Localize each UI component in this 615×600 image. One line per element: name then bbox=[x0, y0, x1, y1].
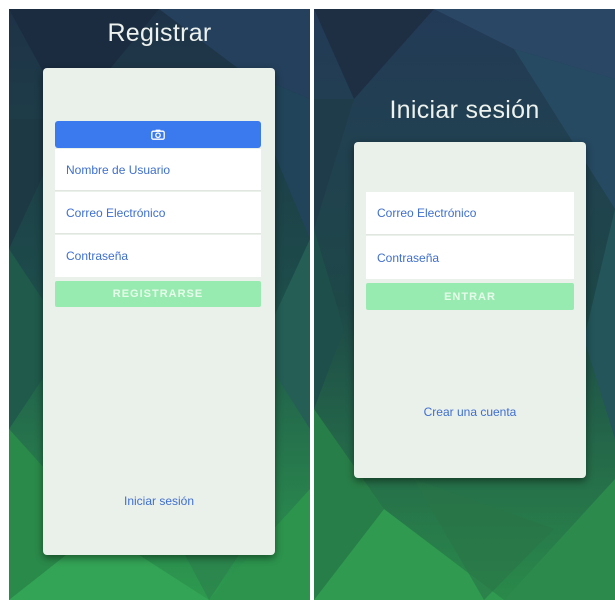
register-screen: Registrar Nombre de Usuario Correo Elect… bbox=[9, 9, 310, 600]
username-placeholder: Nombre de Usuario bbox=[66, 162, 171, 177]
login-screen: Iniciar sesión Correo Electrónico Contra… bbox=[314, 9, 615, 600]
password-placeholder: Contraseña bbox=[66, 249, 129, 263]
password-field[interactable]: Contraseña bbox=[366, 236, 574, 279]
password-field[interactable]: Contraseña bbox=[55, 235, 261, 277]
username-field[interactable]: Nombre de Usuario bbox=[55, 149, 261, 191]
create-account-link[interactable]: Crear una cuenta bbox=[354, 405, 586, 419]
camera-icon bbox=[151, 129, 165, 140]
login-link[interactable]: Iniciar sesión bbox=[43, 494, 275, 508]
register-button[interactable]: REGISTRARSE bbox=[55, 281, 261, 307]
email-field[interactable]: Correo Electrónico bbox=[55, 192, 261, 234]
login-card: Correo Electrónico Contraseña ENTRAR Cre… bbox=[354, 142, 586, 478]
email-field[interactable]: Correo Electrónico bbox=[366, 192, 574, 235]
email-placeholder: Correo Electrónico bbox=[377, 206, 477, 220]
add-photo-button[interactable] bbox=[55, 121, 261, 148]
register-card: Nombre de Usuario Correo Electrónico Con… bbox=[43, 68, 275, 555]
login-button[interactable]: ENTRAR bbox=[366, 283, 574, 310]
page-title: Iniciar sesión bbox=[389, 96, 540, 124]
page-title: Registrar bbox=[107, 19, 212, 47]
password-placeholder: Contraseña bbox=[377, 250, 440, 265]
email-placeholder: Correo Electrónico bbox=[66, 205, 166, 220]
